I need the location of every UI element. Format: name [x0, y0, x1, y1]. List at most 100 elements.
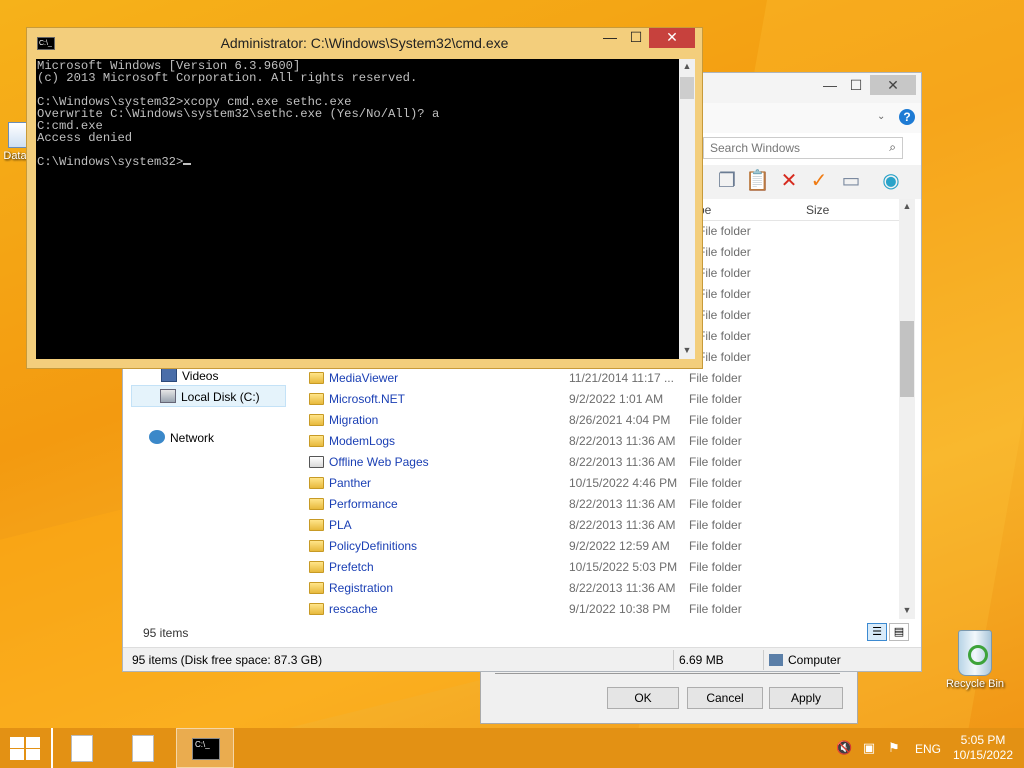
offline-pages-icon	[309, 456, 324, 468]
status-size: 6.69 MB	[679, 653, 724, 667]
help-icon[interactable]: ?	[899, 109, 915, 125]
maximize-button[interactable]: ☐	[623, 28, 649, 48]
volume-muted-icon[interactable]: 🔇	[836, 740, 852, 756]
list-item[interactable]: Performance 8/22/2013 11:36 AM File folder	[305, 494, 897, 515]
list-item[interactable]: Microsoft.NET 9/2/2022 1:01 AM File folder	[305, 389, 897, 410]
globe-icon[interactable]: ◉	[879, 169, 903, 193]
disk-icon	[160, 389, 176, 403]
chevron-down-icon[interactable]: ⌄	[877, 111, 885, 122]
list-item[interactable]: MediaViewer 11/21/2014 11:17 ... File fold…	[305, 368, 897, 389]
clock-time: 5:05 PM	[960, 733, 1006, 747]
nav-item-local-disk[interactable]: Local Disk (C:)	[131, 385, 286, 407]
status-bar: 95 items (Disk free space: 87.3 GB) 6.69…	[123, 647, 921, 671]
action-center-icon[interactable]: ⚑	[886, 740, 902, 756]
column-size[interactable]: Size	[806, 203, 829, 217]
list-item[interactable]: Offline Web Pages 8/22/2013 11:36 AM File …	[305, 452, 897, 473]
nav-item-network[interactable]: Network	[149, 427, 214, 449]
list-item[interactable]: Prefetch 10/15/2022 5:03 PM File folder	[305, 557, 897, 578]
list-item[interactable]: Migration 8/26/2021 4:04 PM File folder	[305, 410, 897, 431]
taskbar-app-document[interactable]	[114, 728, 172, 768]
folder-icon	[309, 477, 324, 489]
scroll-up-icon[interactable]: ▲	[899, 201, 915, 215]
text-cursor	[183, 163, 192, 165]
navigation-pane: Videos Local Disk (C:) Network	[131, 363, 301, 623]
list-item[interactable]: ModemLogs 8/22/2013 11:36 AM File folder	[305, 431, 897, 452]
start-button[interactable]	[8, 736, 40, 760]
recycle-bin-icon	[958, 630, 992, 676]
items-count: 95 items	[143, 626, 189, 640]
status-location: Computer	[788, 653, 841, 667]
cmd-window: C:\_ Administrator: C:\Windows\System32\…	[26, 27, 703, 369]
cancel-button[interactable]: Cancel	[687, 687, 763, 709]
ok-button[interactable]: OK	[607, 687, 679, 709]
desktop-icon-label: Recycle Bin	[945, 678, 1005, 690]
properties-check-icon[interactable]: ✓	[807, 169, 831, 193]
taskbar: C:\_ 🔇 ▣ ⚑ ENG 5:05 PM 10/15/2022	[0, 728, 1024, 768]
maximize-button[interactable]: ☐	[843, 75, 869, 95]
folder-icon	[309, 435, 324, 447]
videos-icon	[161, 368, 177, 382]
folder-icon	[309, 414, 324, 426]
folder-icon	[309, 393, 324, 405]
close-button[interactable]: ✕	[649, 28, 695, 48]
close-button[interactable]: ✕	[870, 75, 916, 95]
file-type: File folder	[698, 350, 751, 364]
file-type: File folder	[698, 329, 751, 343]
computer-icon	[769, 654, 783, 666]
minimize-button[interactable]: —	[597, 28, 623, 48]
scroll-down-icon[interactable]: ▼	[679, 345, 695, 355]
list-item[interactable]: Panther 10/15/2022 4:46 PM File folder	[305, 473, 897, 494]
search-placeholder: Search Windows	[710, 141, 801, 155]
cmd-titlebar[interactable]: C:\_ Administrator: C:\Windows\System32\…	[27, 28, 702, 59]
console-line: Access denied	[37, 131, 133, 145]
delete-icon[interactable]: ✕	[777, 169, 801, 193]
list-item[interactable]: PolicyDefinitions 9/2/2022 12:59 AM File f…	[305, 536, 897, 557]
search-icon: ⌕	[889, 140, 896, 154]
taskbar-app-document[interactable]	[51, 728, 109, 768]
vertical-scrollbar[interactable]: ▲ ▼	[899, 199, 915, 619]
search-input[interactable]: Search Windows ⌕	[703, 137, 903, 159]
console-output[interactable]: Microsoft Windows [Version 6.3.9600] (c)…	[36, 59, 679, 359]
details-view-icon[interactable]: ☰	[867, 623, 887, 641]
console-line: (c) 2013 Microsoft Corporation. All righ…	[37, 71, 418, 85]
desktop-icon-recycle-bin[interactable]: Recycle Bin	[940, 630, 1010, 690]
status-disk-space: 95 items (Disk free space: 87.3 GB)	[132, 653, 323, 667]
file-type: File folder	[698, 266, 751, 280]
folder-icon	[309, 498, 324, 510]
status-divider	[673, 650, 674, 670]
cmd-icon: C:\_	[192, 738, 220, 760]
vertical-scrollbar[interactable]: ▲ ▼	[679, 59, 695, 359]
language-indicator[interactable]: ENG	[915, 742, 941, 756]
minimize-button[interactable]: —	[817, 75, 843, 95]
rename-icon[interactable]: ▭	[839, 169, 863, 193]
scroll-up-icon[interactable]: ▲	[679, 61, 695, 71]
file-type: File folder	[698, 224, 751, 238]
thumbnails-view-icon[interactable]: ▤	[889, 623, 909, 641]
taskbar-app-cmd[interactable]: C:\_	[176, 728, 234, 768]
apply-button[interactable]: Apply	[769, 687, 843, 709]
console-prompt: C:\Windows\system32>	[37, 155, 184, 169]
clock-date: 10/15/2022	[952, 748, 1014, 762]
network-icon	[149, 430, 165, 444]
file-type: File folder	[698, 245, 751, 259]
clock[interactable]: 5:05 PM 10/15/2022	[950, 733, 1016, 763]
folder-icon	[309, 519, 324, 531]
scroll-thumb[interactable]	[680, 77, 694, 99]
nav-label: Network	[170, 431, 215, 445]
copy-icon[interactable]: ❐	[715, 169, 739, 193]
network-icon[interactable]: ▣	[861, 740, 877, 756]
paste-icon[interactable]: 📋	[745, 169, 770, 193]
dialog-divider	[495, 673, 840, 674]
list-item[interactable]: PLA 8/22/2013 11:36 AM File folder	[305, 515, 897, 536]
file-type: File folder	[698, 287, 751, 301]
list-item[interactable]: Registration 8/22/2013 11:36 AM File folde…	[305, 578, 897, 599]
status-divider	[763, 650, 764, 670]
document-icon	[71, 735, 93, 762]
folder-icon	[309, 372, 324, 384]
explorer-toolbar: ❐ 📋 ✕ ✓ ▭ ◉	[703, 165, 921, 199]
scroll-down-icon[interactable]: ▼	[899, 605, 915, 619]
folder-icon	[309, 603, 324, 615]
scroll-thumb[interactable]	[900, 321, 914, 397]
list-item[interactable]: rescache 9/1/2022 10:38 PM File folder	[305, 599, 897, 620]
folder-icon	[309, 561, 324, 573]
